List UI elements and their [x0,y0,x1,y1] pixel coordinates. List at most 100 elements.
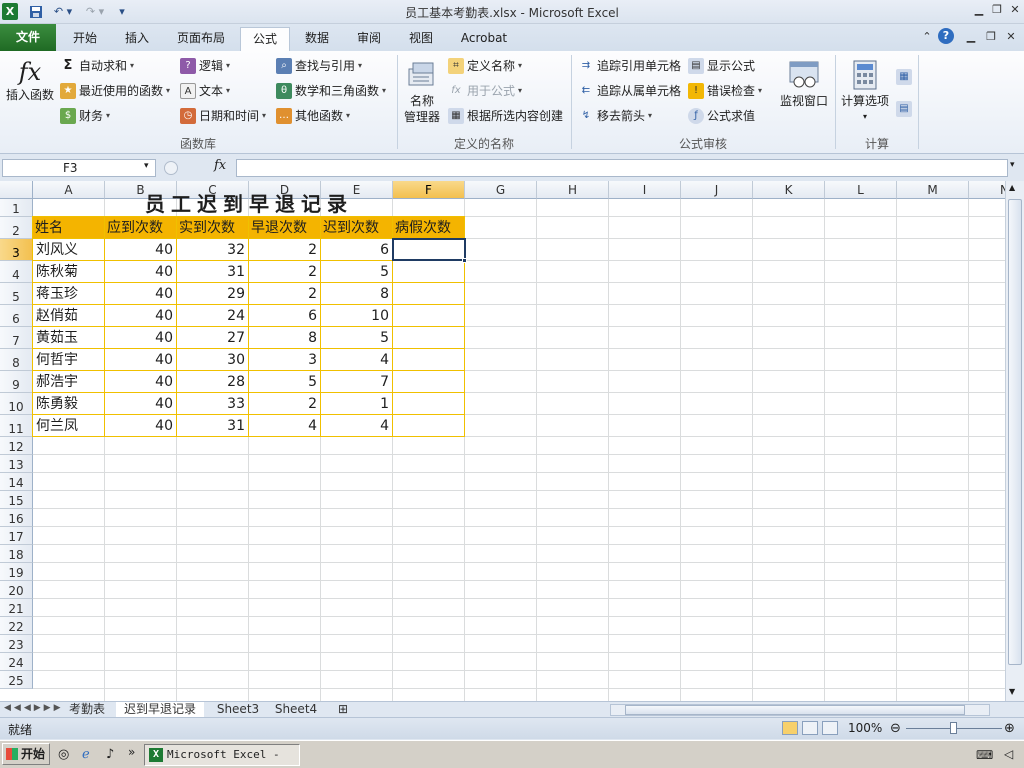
math-button[interactable]: θ 数学和三角函数 ▾ [276,81,386,101]
media-icon[interactable]: ♪ [106,747,114,762]
column-header-i[interactable]: I [609,181,681,199]
row-header-7[interactable]: 7 [0,327,33,349]
more-functions-button[interactable]: … 其他函数 ▾ [276,106,350,126]
watch-window-button[interactable]: 监视窗口 [778,57,830,109]
row-header-5[interactable]: 5 [0,283,33,305]
select-all-corner[interactable] [0,181,33,199]
insert-sheet-icon[interactable]: ⊞ [334,702,352,717]
worksheet-grid[interactable]: ABCDEFGHIJKLMN 1 2 3 4 5 6 7 8 9 10 11 12 13 14 15 16 17… [0,181,1005,701]
row-header-20[interactable]: 20 [0,581,33,599]
name-box[interactable]: F3 [2,159,156,177]
row-header-16[interactable]: 16 [0,509,33,527]
row-header-1[interactable]: 1 [0,199,33,217]
row-header-18[interactable]: 18 [0,545,33,563]
row-header-21[interactable]: 21 [0,599,33,617]
calculate-now-button[interactable]: ▦ [896,67,915,87]
calculate-sheet-button[interactable]: ▤ [896,99,915,119]
text-button[interactable]: A 文本 ▾ [180,81,230,101]
ribbon-collapse-icon[interactable]: ⌃ [918,29,936,45]
trace-precedents-button[interactable]: ⇉ 追踪引用单元格 [578,56,681,76]
restore-icon[interactable]: ❐ [988,2,1006,18]
row-header-23[interactable]: 23 [0,635,33,653]
logical-button[interactable]: ? 逻辑 ▾ [180,56,230,76]
row-header-19[interactable]: 19 [0,563,33,581]
tab-view[interactable]: 视图 [396,27,446,50]
normal-view-icon[interactable] [782,721,798,735]
column-header-g[interactable]: G [465,181,537,199]
expand-formula-bar-icon[interactable]: ▾ [1010,160,1015,170]
row-header-8[interactable]: 8 [0,349,33,371]
column-header-l[interactable]: L [825,181,897,199]
column-header-n[interactable]: N [969,181,1005,199]
sheet-nav-arrows-icon[interactable]: ◀◀◀▶▶▶ [4,703,64,713]
lookup-button[interactable]: ⌕ 查找与引用 ▾ [276,56,362,76]
create-from-selection-button[interactable]: ▦ 根据所选内容创建 [448,106,563,126]
horizontal-scroll-thumb[interactable] [625,705,965,715]
show-formulas-button[interactable]: ▤ 显示公式 [688,56,755,76]
zoom-slider-thumb[interactable] [950,722,957,734]
tab-insert[interactable]: 插入 [112,27,162,50]
fill-handle[interactable] [462,258,467,263]
remove-arrows-button[interactable]: ↯ 移去箭头 ▾ [578,106,652,126]
zoom-in-icon[interactable]: ⊕ [1004,721,1015,736]
row-header-6[interactable]: 6 [0,305,33,327]
tab-data[interactable]: 数据 [292,27,342,50]
tab-review[interactable]: 审阅 [344,27,394,50]
doc-close-icon[interactable]: ✕ [1002,29,1020,45]
help-icon[interactable]: ? [938,28,954,44]
row-header-17[interactable]: 17 [0,527,33,545]
column-header-k[interactable]: K [753,181,825,199]
row-header-10[interactable]: 10 [0,393,33,415]
tab-acrobat[interactable]: Acrobat [452,27,516,50]
evaluate-formula-button[interactable]: ƒ 公式求值 [688,106,755,126]
recent-functions-button[interactable]: ★ 最近使用的函数 ▾ [60,81,170,101]
sheet-tab-sheet3[interactable]: Sheet3 [214,702,262,717]
trace-dependents-button[interactable]: ⇇ 追踪从属单元格 [578,81,681,101]
start-button[interactable]: 开始 [2,743,50,765]
scroll-up-icon[interactable]: ▲ [1009,183,1015,192]
close-icon[interactable]: ✕ [1006,2,1024,18]
horizontal-scrollbar[interactable] [610,704,990,716]
sheet-tab-attendance[interactable]: 考勤表 [62,702,112,717]
tab-home[interactable]: 开始 [60,27,110,50]
row-header-11[interactable]: 11 [0,415,33,437]
vertical-scroll-thumb[interactable] [1008,199,1022,665]
name-box-dropdown-icon[interactable]: ▾ [144,161,149,171]
column-header-h[interactable]: H [537,181,609,199]
vertical-scrollbar[interactable]: ▲ ▼ [1005,181,1024,701]
scroll-down-icon[interactable]: ▼ [1009,687,1015,696]
error-check-button[interactable]: ! 错误检查 ▾ [688,81,762,101]
row-header-13[interactable]: 13 [0,455,33,473]
column-header-j[interactable]: J [681,181,753,199]
formula-input[interactable] [236,159,1008,177]
row-header-22[interactable]: 22 [0,617,33,635]
calc-options-button[interactable]: 计算选项 ▾ [840,57,890,125]
doc-minimize-icon[interactable]: ▁ [962,29,980,45]
financial-button[interactable]: $ 财务 ▾ [60,106,110,126]
insert-function-button[interactable]: fx 插入函数 [4,57,56,103]
define-name-button[interactable]: ⌗ 定义名称 ▾ [448,56,522,76]
row-header-9[interactable]: 9 [0,371,33,393]
row-header-4[interactable]: 4 [0,261,33,283]
autosum-button[interactable]: Σ 自动求和 ▾ [60,56,134,76]
ie-quicklaunch-icon[interactable]: ◎ [58,747,69,762]
page-break-view-icon[interactable] [822,721,838,735]
excel-taskbar-button[interactable]: X Microsoft Excel - ... [144,744,300,766]
sheet-tab-sheet4[interactable]: Sheet4 [272,702,320,717]
zoom-level[interactable]: 100% [848,721,882,735]
use-in-formula-button[interactable]: fx 用于公式 ▾ [448,81,522,101]
tab-file[interactable]: 文件 [0,24,56,51]
doc-restore-icon[interactable]: ❐ [982,29,1000,45]
column-header-m[interactable]: M [897,181,969,199]
tab-page-layout[interactable]: 页面布局 [168,27,234,50]
row-header-12[interactable]: 12 [0,437,33,455]
row-header-25[interactable]: 25 [0,671,33,689]
row-header-24[interactable]: 24 [0,653,33,671]
volume-tray-icon[interactable]: ◁ [1004,747,1013,761]
row-header-2[interactable]: 2 [0,217,33,239]
active-cell-selection[interactable] [392,238,466,261]
insert-function-fx-button[interactable]: fx [214,158,226,173]
tab-formulas[interactable]: 公式 [240,27,290,51]
sheet-tab-late-early[interactable]: 迟到早退记录 [116,702,204,717]
more-quicklaunch-icon[interactable]: » [128,745,135,759]
